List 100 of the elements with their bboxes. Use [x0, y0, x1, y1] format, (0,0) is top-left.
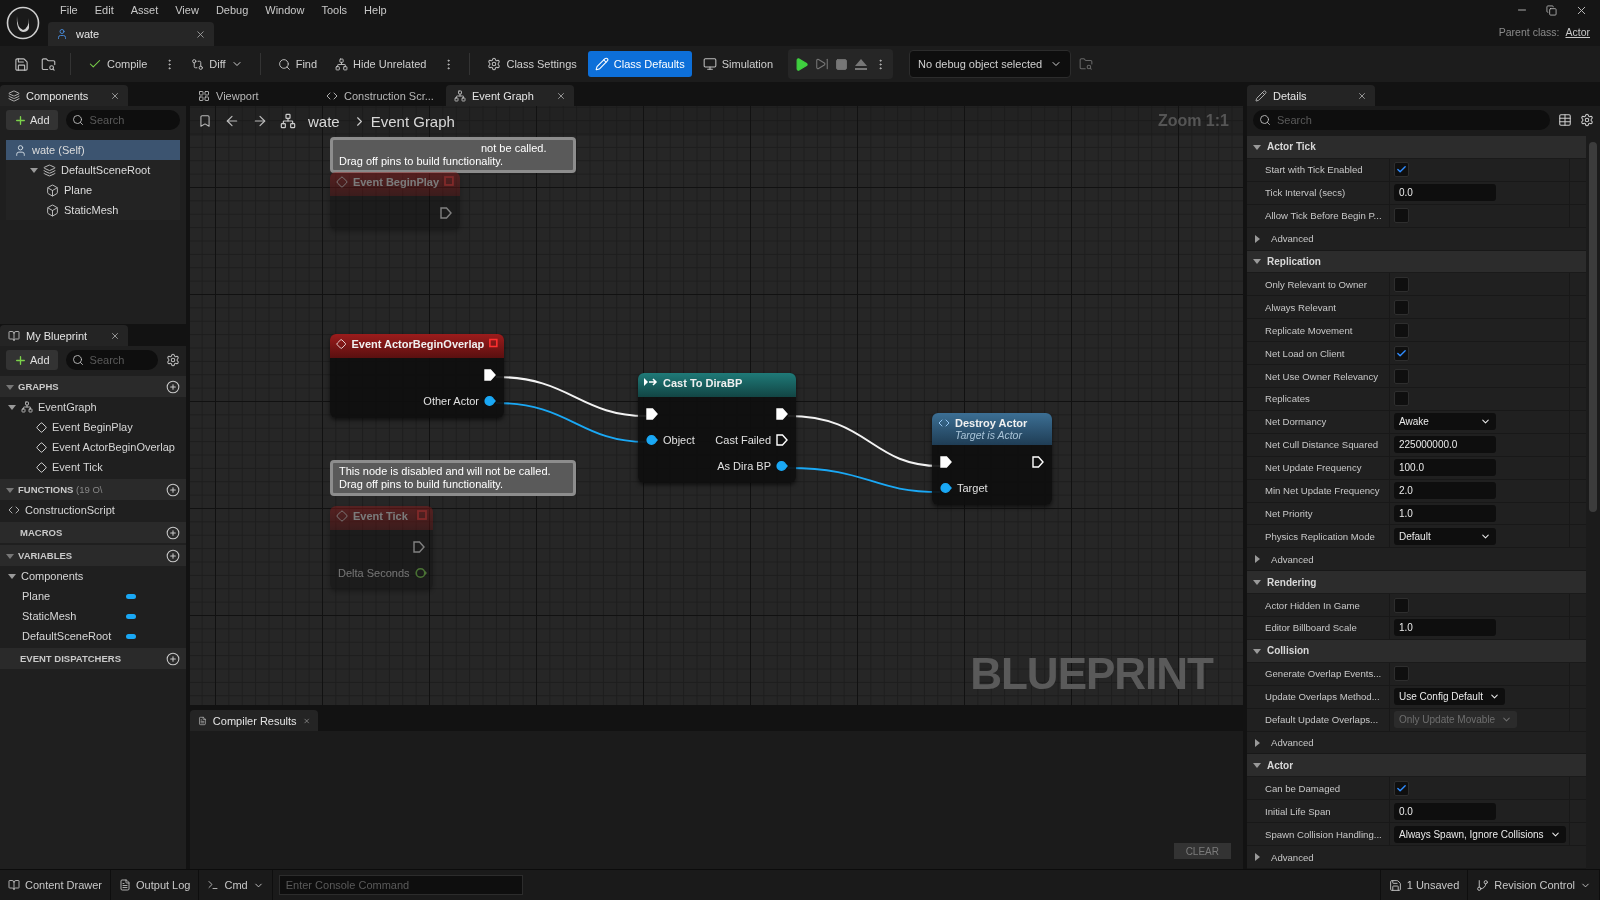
eject-icon[interactable]: [854, 57, 869, 71]
collapse-arrow-icon[interactable]: [1253, 142, 1261, 151]
list-item[interactable]: Event Tick: [0, 457, 186, 477]
section-header[interactable]: Replication: [1247, 250, 1586, 274]
status-bar-button[interactable]: Output Log: [111, 870, 200, 900]
checkbox[interactable]: [1394, 299, 1409, 315]
expand-arrow-icon[interactable]: [1253, 234, 1261, 243]
toolbar-button[interactable]: Find: [270, 51, 325, 77]
step-icon[interactable]: [815, 57, 830, 71]
collapse-arrow-icon[interactable]: [6, 485, 14, 494]
tree-item[interactable]: Plane: [6, 180, 180, 200]
menu-item[interactable]: Help: [356, 4, 396, 16]
scrollbar-thumb[interactable]: [1589, 142, 1597, 512]
status-bar-button[interactable]: Cmd: [199, 870, 273, 900]
comment-bubble[interactable]: This node is disabled and will not be called. Drag off pins to build functionality.: [330, 460, 576, 496]
exec-pin-icon[interactable]: [776, 434, 788, 446]
panel-tab[interactable]: Compiler Results: [190, 710, 318, 731]
advanced-row[interactable]: Advanced: [1247, 846, 1586, 869]
logo-icon[interactable]: [6, 6, 40, 40]
dropdown[interactable]: Use Config Default: [1394, 688, 1505, 706]
toolbar-button[interactable]: Compile: [81, 51, 155, 77]
breadcrumb-item[interactable]: Event Graph: [370, 112, 455, 130]
unsaved-button[interactable]: 1 Unsaved: [1379, 870, 1469, 900]
menu-item[interactable]: Window: [257, 4, 314, 16]
checkbox[interactable]: [1394, 322, 1409, 338]
object-pin-icon[interactable]: [646, 434, 658, 446]
restore-icon[interactable]: [1546, 4, 1557, 16]
section-header[interactable]: VARIABLES: [0, 545, 186, 566]
number-field[interactable]: 1.0: [1394, 619, 1496, 637]
toolbar-button[interactable]: Class Defaults: [587, 51, 692, 77]
section-header[interactable]: FUNCTIONS (19 O\: [0, 479, 186, 500]
close-icon[interactable]: [1357, 90, 1367, 101]
section-header[interactable]: Actor: [1247, 754, 1586, 778]
play-icon[interactable]: [794, 56, 810, 72]
breadcrumb-item[interactable]: wate: [308, 112, 340, 130]
add-button[interactable]: Add: [6, 350, 58, 370]
list-item[interactable]: Event BeginPlay: [0, 417, 186, 437]
dropdown[interactable]: Awake: [1394, 413, 1496, 431]
dropdown[interactable]: Default: [1394, 527, 1496, 545]
section-header[interactable]: MACROS: [0, 522, 186, 543]
add-button[interactable]: Add: [6, 110, 58, 130]
toolbar-button[interactable]: Class Settings: [480, 51, 584, 77]
section-header[interactable]: EVENT DISPATCHERS: [0, 648, 186, 669]
list-item[interactable]: Plane: [0, 586, 186, 606]
list-item[interactable]: StaticMesh: [0, 606, 186, 626]
parent-class-link[interactable]: Actor: [1565, 26, 1590, 38]
exec-pin-icon[interactable]: [1032, 456, 1044, 468]
close-icon[interactable]: [110, 330, 120, 341]
collapse-arrow-icon[interactable]: [8, 403, 16, 411]
section-header[interactable]: Collision: [1247, 639, 1586, 663]
stop-icon[interactable]: [835, 57, 849, 71]
collapse-arrow-icon[interactable]: [1253, 761, 1261, 770]
bookmark-icon[interactable]: [198, 114, 212, 128]
dropdown[interactable]: Always Spawn, Ignore Collisions: [1394, 825, 1566, 843]
collapse-arrow-icon[interactable]: [1253, 257, 1261, 266]
expand-arrow-icon[interactable]: [1253, 555, 1261, 564]
comment-bubble[interactable]: not be called. Drag off pins to build functionality.: [330, 137, 576, 173]
section-header[interactable]: Actor Tick: [1247, 136, 1586, 159]
number-field[interactable]: 0.0: [1394, 802, 1496, 820]
editor-tab[interactable]: Event Graph: [446, 85, 574, 106]
advanced-row[interactable]: Advanced: [1247, 731, 1586, 755]
tree-item[interactable]: StaticMesh: [6, 200, 180, 220]
revision-control-button[interactable]: Revision Control: [1468, 870, 1600, 900]
graph-node[interactable]: Destroy Actor Target is Actor Target: [932, 413, 1052, 505]
panel-tab[interactable]: Details: [1247, 85, 1375, 106]
expand-arrow-icon[interactable]: [1253, 853, 1261, 862]
advanced-row[interactable]: Advanced: [1247, 548, 1586, 572]
collapse-arrow-icon[interactable]: [8, 572, 16, 580]
menu-item[interactable]: Asset: [122, 4, 168, 16]
add-icon[interactable]: [166, 548, 180, 563]
debug-object-select[interactable]: No debug object selected: [909, 50, 1072, 78]
advanced-row[interactable]: Advanced: [1247, 227, 1586, 251]
collapse-arrow-icon[interactable]: [1253, 578, 1261, 587]
graph-icon[interactable]: [280, 113, 296, 129]
section-header[interactable]: Rendering: [1247, 571, 1586, 595]
checkbox[interactable]: [1394, 780, 1409, 796]
exec-pin-icon[interactable]: [776, 408, 788, 420]
close-icon[interactable]: [195, 28, 206, 40]
exec-pin-icon[interactable]: [940, 456, 952, 468]
list-item[interactable]: DefaultSceneRoot: [0, 626, 186, 646]
delegate-pin-icon[interactable]: [489, 338, 498, 348]
back-icon[interactable]: [224, 113, 240, 129]
expand-arrow-icon[interactable]: [1253, 738, 1261, 747]
exec-pin-icon[interactable]: [484, 369, 496, 381]
search-field[interactable]: Search: [1253, 110, 1550, 130]
collapse-arrow-icon[interactable]: [6, 382, 14, 391]
table-icon[interactable]: [1558, 113, 1572, 127]
list-item[interactable]: ConstructionScript: [0, 500, 186, 520]
tree-item[interactable]: wate (Self): [6, 140, 180, 160]
add-icon[interactable]: [166, 525, 180, 540]
checkbox[interactable]: [1394, 276, 1409, 292]
object-pin-icon[interactable]: [940, 482, 952, 494]
menu-item[interactable]: Edit: [86, 4, 123, 16]
number-field[interactable]: 225000000.0: [1394, 436, 1496, 454]
number-field[interactable]: 2.0: [1394, 482, 1496, 500]
toolbar-button[interactable]: Hide Unrelated: [328, 51, 434, 77]
section-header[interactable]: GRAPHS: [0, 376, 186, 397]
menu-item[interactable]: View: [167, 4, 208, 16]
panel-tab[interactable]: My Blueprint: [0, 325, 128, 346]
settings-icon[interactable]: [1580, 113, 1594, 127]
